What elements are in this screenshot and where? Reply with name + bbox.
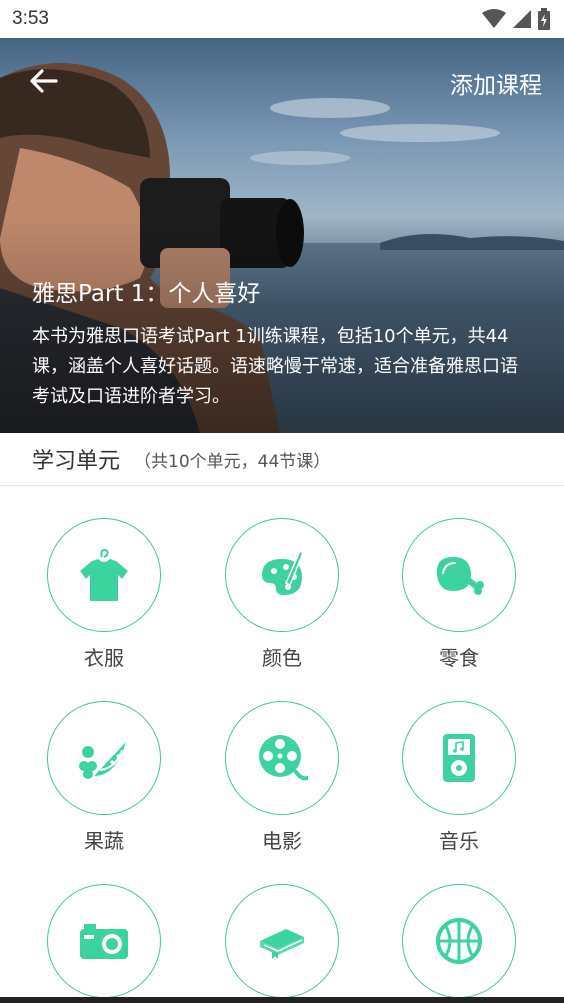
palette-icon [262, 549, 304, 595]
status-icons [482, 8, 550, 30]
unit-icon-circle [225, 518, 339, 632]
units-section-count: （共10个单元，44节课） [134, 451, 331, 472]
basketball-icon [436, 918, 482, 964]
course-hero: 添加课程 雅思Part 1：个人喜好 本书为雅思口语考试Part 1训练课程，包… [0, 38, 564, 433]
course-title: 雅思Part 1：个人喜好 [32, 281, 261, 307]
unit-item-sports[interactable] [389, 884, 529, 1003]
unit-item-photography[interactable] [34, 884, 174, 1003]
unit-item-music[interactable]: 音乐 [389, 701, 529, 854]
tshirt-icon [80, 548, 128, 601]
navigation-bar-edge [0, 997, 564, 1003]
units-section-title: 学习单元 [32, 449, 121, 474]
units-section-header: 学习单元 （共10个单元，44节课） [0, 433, 564, 486]
unit-label: 果蔬 [84, 829, 124, 853]
unit-icon-circle [402, 701, 516, 815]
course-description: 本书为雅思口语考试Part 1训练课程，包括10个单元，共44课，涵盖个人喜好话… [32, 326, 518, 407]
unit-icon-circle [47, 518, 161, 632]
unit-label: 衣服 [84, 646, 124, 670]
unit-icon-circle [225, 701, 339, 815]
book-icon [260, 929, 304, 959]
unit-item-colors[interactable]: 颜色 [212, 518, 352, 671]
unit-item-movies[interactable]: 电影 [212, 701, 352, 854]
film-reel-icon [259, 735, 308, 781]
unit-label: 零食 [439, 646, 479, 670]
unit-label: 音乐 [439, 829, 479, 853]
status-bar: 3:53 [0, 0, 564, 38]
chicken-leg-icon [436, 557, 484, 595]
music-player-icon [443, 734, 475, 782]
unit-item-snacks[interactable]: 零食 [389, 518, 529, 671]
unit-icon-circle [402, 884, 516, 998]
camera-icon [80, 924, 128, 959]
unit-item-clothes[interactable]: 衣服 [34, 518, 174, 671]
unit-item-reading[interactable] [212, 884, 352, 1003]
unit-icon-circle [47, 701, 161, 815]
unit-item-fruits-vegetables[interactable]: 果蔬 [34, 701, 174, 854]
unit-label: 颜色 [262, 646, 302, 670]
add-course-button[interactable]: 添加课程 [450, 66, 542, 100]
battery-icon [538, 8, 550, 30]
wifi-icon [482, 9, 506, 28]
cell-signal-icon [513, 10, 531, 28]
watermelon-icon [79, 742, 126, 779]
unit-icon-circle [47, 884, 161, 998]
unit-icon-circle [225, 884, 339, 998]
unit-label: 电影 [262, 829, 302, 853]
unit-icon-circle [402, 518, 516, 632]
arrow-left-icon[interactable] [26, 64, 62, 100]
status-time: 3:53 [12, 8, 49, 29]
